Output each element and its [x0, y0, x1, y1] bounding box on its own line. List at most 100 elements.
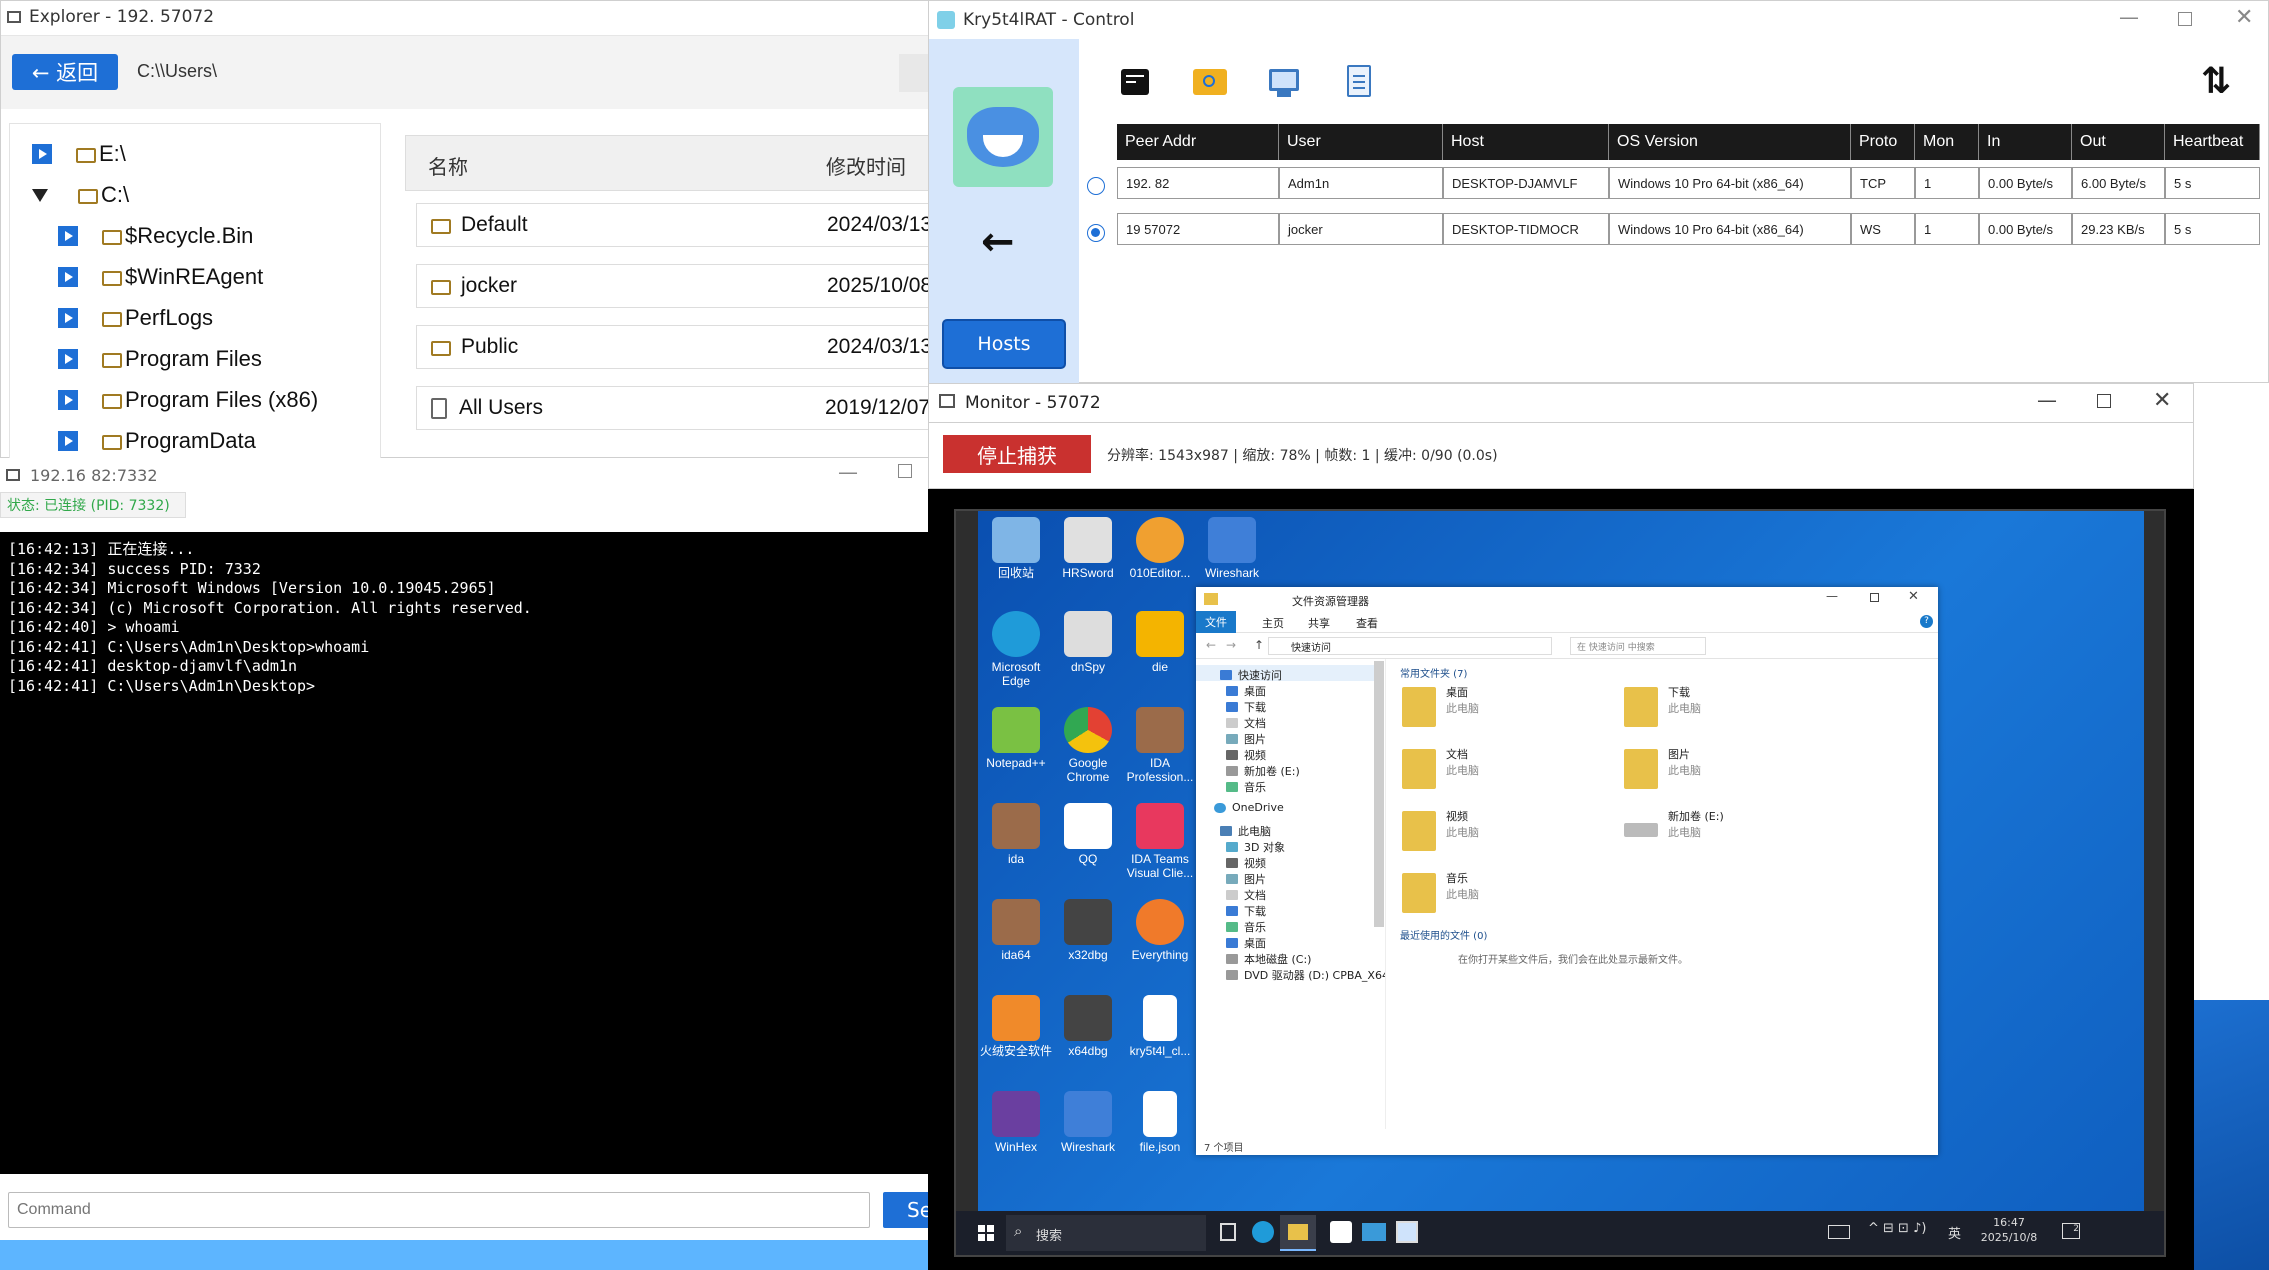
maximize-icon[interactable] — [898, 464, 912, 478]
clipboard-icon[interactable] — [1347, 65, 1371, 97]
nav-item[interactable]: 音乐 — [1226, 779, 1266, 795]
desktop-icon[interactable]: Google Chrome — [1050, 707, 1126, 784]
minimize-icon[interactable]: — — [838, 460, 858, 484]
desktop-icon[interactable]: 火绒安全软件 — [978, 995, 1054, 1058]
store-taskbar-icon[interactable] — [1330, 1221, 1352, 1243]
minimize-icon[interactable]: — — [1826, 589, 1838, 603]
ime-indicator[interactable]: 英 — [1948, 1223, 1961, 1242]
row-radio-selected[interactable] — [1087, 224, 1105, 242]
file-row[interactable]: Public 2024/03/13 — [416, 325, 936, 369]
monitor-icon[interactable] — [1269, 69, 1299, 91]
desktop-icon[interactable]: Microsoft Edge — [978, 611, 1054, 688]
back-icon[interactable]: ← — [1206, 638, 1216, 652]
fe-address-bar[interactable]: 快速访问 — [1268, 637, 1552, 655]
terminal-output[interactable]: [16:42:13] 正在连接... [16:42:34] success PI… — [0, 532, 930, 1174]
tree-item-c-drive[interactable]: C:\ — [32, 182, 129, 208]
forward-icon[interactable]: → — [1226, 638, 1236, 652]
taskbar-clock[interactable]: 16:47 2025/10/8 — [1974, 1215, 2044, 1245]
taskbar-search[interactable]: ⌕ 搜索 — [1006, 1215, 1206, 1251]
row-radio[interactable] — [1087, 177, 1105, 195]
file-row[interactable]: All Users 2019/12/07 — [416, 386, 936, 430]
desktop-icon[interactable]: 回收站 — [978, 517, 1054, 580]
tree-item[interactable]: $WinREAgent — [58, 264, 263, 290]
expand-icon[interactable] — [58, 431, 78, 451]
desktop-icon[interactable]: HRSword — [1050, 517, 1126, 580]
desktop-icon[interactable]: Wireshark — [1050, 1091, 1126, 1154]
desktop-icon[interactable]: IDA Teams Visual Clie... — [1122, 803, 1198, 880]
expand-icon[interactable] — [58, 390, 78, 410]
hosts-button[interactable]: Hosts — [942, 319, 1066, 369]
desktop-icon[interactable]: Everything — [1122, 899, 1198, 962]
drive-tile[interactable]: 新加卷 (E:) 此电脑 — [1624, 809, 1724, 841]
desktop-icon[interactable]: IDA Profession... — [1122, 707, 1198, 784]
tree-item[interactable]: Program Files — [58, 346, 262, 372]
expand-icon[interactable] — [58, 226, 78, 246]
folder-tile[interactable]: 音乐 此电脑 — [1402, 871, 1479, 913]
folder-tile[interactable]: 下载 此电脑 — [1624, 685, 1701, 727]
frequent-header[interactable]: 常用文件夹 (7) — [1400, 665, 1467, 680]
up-icon[interactable]: ↑ — [1254, 638, 1264, 652]
nav-scrollbar[interactable] — [1374, 661, 1384, 927]
nav-item[interactable]: 文档 — [1226, 887, 1266, 903]
notification-icon[interactable]: 2 — [2062, 1223, 2080, 1239]
nav-item[interactable]: 音乐 — [1226, 919, 1266, 935]
desktop-icon[interactable]: dnSpy — [1050, 611, 1126, 674]
nav-item[interactable]: 本地磁盘 (C:) — [1226, 951, 1311, 967]
task-view-icon[interactable] — [1220, 1223, 1236, 1241]
app-taskbar-icon[interactable] — [1396, 1221, 1418, 1243]
folder-tile[interactable]: 桌面 此电脑 — [1402, 685, 1479, 727]
tray-icons[interactable]: ^ ⊟ ⊡ ♪) — [1868, 1221, 1926, 1236]
nav-item[interactable]: 下载 — [1226, 903, 1266, 919]
desktop-icon[interactable]: Notepad++ — [978, 707, 1054, 770]
recent-header[interactable]: 最近使用的文件 (0) — [1400, 927, 1487, 942]
nav-item[interactable]: 桌面 — [1226, 683, 1266, 699]
tree-item-e-drive[interactable]: E:\ — [32, 141, 126, 167]
col-peer-addr[interactable]: Peer Addr — [1117, 124, 1279, 160]
stop-capture-button[interactable]: 停止捕获 — [943, 435, 1091, 473]
back-arrow-icon[interactable]: ← — [981, 219, 1015, 265]
minimize-icon[interactable]: — — [2037, 388, 2057, 412]
keyboard-icon[interactable] — [1828, 1225, 1850, 1239]
expand-icon[interactable] — [32, 144, 52, 164]
desktop-icon[interactable]: kry5t4l_cl... — [1122, 995, 1198, 1058]
desktop-icon[interactable]: 010Editor... — [1122, 517, 1198, 580]
folder-tile[interactable]: 文档 此电脑 — [1402, 747, 1479, 789]
col-proto[interactable]: Proto — [1851, 124, 1915, 160]
close-icon[interactable]: ✕ — [1908, 589, 1919, 604]
fe-tab-share[interactable]: 共享 — [1308, 615, 1330, 631]
column-name[interactable]: 名称 — [428, 151, 468, 180]
desktop-icon[interactable]: file.json — [1122, 1091, 1198, 1154]
toolbar-button[interactable] — [899, 54, 931, 92]
col-mon[interactable]: Mon — [1915, 124, 1979, 160]
col-heartbeat[interactable]: Heartbeat — [2165, 124, 2260, 160]
tree-item[interactable]: Program Files (x86) — [58, 387, 318, 413]
nav-item[interactable]: 图片 — [1226, 731, 1266, 747]
folder-tile[interactable]: 图片 此电脑 — [1624, 747, 1701, 789]
expand-icon[interactable] — [58, 308, 78, 328]
file-row[interactable]: jocker 2025/10/08 — [416, 264, 936, 308]
remote-screen[interactable]: 回收站 HRSword 010Editor... Wireshark Micro… — [954, 509, 2166, 1257]
terminal-icon[interactable] — [1121, 69, 1149, 95]
nav-item[interactable]: 此电脑 — [1220, 823, 1271, 839]
maximize-icon[interactable] — [1870, 593, 1879, 602]
nav-item[interactable]: DVD 驱动器 (D:) CPBA_X64FRE_ZH-CN — [1226, 967, 1385, 983]
folder-tile[interactable]: 视频 此电脑 — [1402, 809, 1479, 851]
fe-tab-view[interactable]: 查看 — [1356, 615, 1378, 631]
minimize-icon[interactable]: — — [2119, 5, 2139, 29]
desktop-icon[interactable]: x32dbg — [1050, 899, 1126, 962]
nav-item[interactable]: 视频 — [1226, 855, 1266, 871]
close-icon[interactable]: ✕ — [2153, 388, 2171, 413]
desktop-icon[interactable]: die — [1122, 611, 1198, 674]
fe-tab-home[interactable]: 主页 — [1262, 615, 1284, 631]
nav-item[interactable]: OneDrive — [1214, 801, 1284, 814]
command-input[interactable] — [8, 1192, 870, 1228]
explorer-taskbar-button[interactable] — [1280, 1215, 1316, 1251]
folder-search-icon[interactable] — [1193, 69, 1227, 95]
file-row[interactable]: Default 2024/03/13 — [416, 203, 936, 247]
nav-item[interactable]: 下载 — [1226, 699, 1266, 715]
start-icon[interactable] — [978, 1225, 994, 1241]
fe-tab-file[interactable]: 文件 — [1196, 611, 1236, 633]
close-icon[interactable]: ✕ — [2235, 5, 2253, 30]
mail-taskbar-icon[interactable] — [1362, 1223, 1386, 1241]
desktop-icon[interactable]: Wireshark — [1194, 517, 1270, 580]
